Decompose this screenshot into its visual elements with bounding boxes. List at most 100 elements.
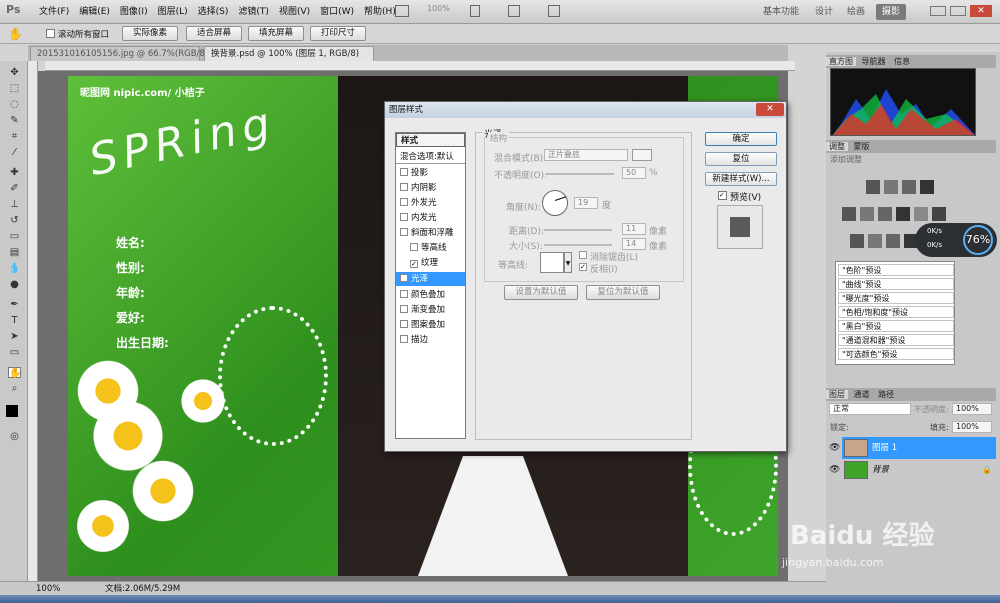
hand-tool-icon[interactable]: ✋ bbox=[8, 27, 23, 41]
layer-opacity-input[interactable]: 100% bbox=[952, 403, 992, 415]
checkbox-icon[interactable] bbox=[400, 168, 408, 176]
menu-image[interactable]: 图像(I) bbox=[115, 0, 153, 24]
antialias-checkbox[interactable] bbox=[579, 251, 587, 259]
tab-psd[interactable]: 换背景.psd @ 100% (图层 1, RGB/8) bbox=[204, 46, 374, 61]
menu-filter[interactable]: 滤镜(T) bbox=[233, 0, 274, 24]
invert-icon[interactable] bbox=[850, 234, 864, 248]
blur-tool-icon[interactable]: 💧 bbox=[8, 263, 21, 274]
launch-bridge-icon[interactable] bbox=[395, 5, 409, 17]
layer-row-1[interactable]: 图层 1 bbox=[842, 437, 996, 459]
hue-saturation-icon[interactable] bbox=[860, 207, 874, 221]
close-icon[interactable]: ✕ bbox=[970, 5, 992, 17]
fit-screen-button[interactable]: 适合屏幕 bbox=[186, 26, 242, 41]
tab-masks[interactable]: 蒙版 bbox=[851, 142, 873, 151]
tab-layers[interactable]: 图层 bbox=[826, 390, 848, 399]
style-item-satin[interactable]: 光泽 bbox=[396, 272, 465, 286]
fill-screen-button[interactable]: 填充屏幕 bbox=[248, 26, 304, 41]
preset-black-white[interactable]: "黑白"预设 bbox=[838, 320, 954, 332]
workspace-design[interactable]: 设计 bbox=[815, 4, 833, 20]
layer-blend-mode-select[interactable]: 正常 bbox=[829, 403, 911, 415]
fill-input[interactable]: 100% bbox=[952, 421, 992, 433]
quick-mask-icon[interactable]: ◎ bbox=[8, 431, 21, 442]
invert-checkbox[interactable]: ✓ bbox=[579, 263, 587, 271]
checkbox-icon[interactable] bbox=[400, 290, 408, 298]
tab-channels[interactable]: 通道 bbox=[851, 390, 873, 399]
style-item-gradient-overlay[interactable]: 渐变叠加 bbox=[396, 303, 465, 317]
checkbox-icon[interactable] bbox=[400, 183, 408, 191]
tab-adjustments[interactable]: 调整 bbox=[826, 142, 848, 151]
dodge-tool-icon[interactable]: ● bbox=[8, 279, 21, 290]
eye-icon[interactable]: 👁 bbox=[829, 465, 840, 475]
menu-layer[interactable]: 图层(L) bbox=[153, 0, 193, 24]
opacity-input[interactable]: 50 bbox=[622, 167, 646, 179]
workspace-photography[interactable]: 摄影 bbox=[876, 4, 907, 20]
blend-mode-select[interactable]: 正片叠底 bbox=[544, 149, 628, 161]
styles-header[interactable]: 样式 bbox=[396, 133, 465, 147]
actual-pixels-button[interactable]: 实际像素 bbox=[122, 26, 178, 41]
reset-button[interactable]: 复位 bbox=[705, 152, 777, 166]
style-item-stroke[interactable]: 描边 bbox=[396, 333, 465, 347]
photo-filter-icon[interactable] bbox=[914, 207, 928, 221]
style-item-bevel-emboss[interactable]: 斜面和浮雕 bbox=[396, 226, 465, 240]
black-white-icon[interactable] bbox=[896, 207, 910, 221]
history-brush-icon[interactable]: ↺ bbox=[8, 215, 21, 226]
checkbox-checked-icon[interactable]: ✓ bbox=[410, 260, 418, 268]
reset-default-button[interactable]: 复位为默认值 bbox=[586, 285, 660, 300]
restore-icon[interactable] bbox=[950, 6, 966, 16]
ok-button[interactable]: 确定 bbox=[705, 132, 777, 146]
layer-row-background[interactable]: 背景 🔒 bbox=[842, 459, 996, 481]
tab-histogram[interactable]: 直方图 bbox=[826, 57, 856, 66]
preset-curves[interactable]: "曲线"预设 bbox=[838, 278, 954, 290]
style-item-pattern-overlay[interactable]: 图案叠加 bbox=[396, 318, 465, 332]
vibrance-icon[interactable] bbox=[842, 207, 856, 221]
opacity-slider[interactable] bbox=[546, 173, 614, 175]
crop-tool-icon[interactable]: ⌗ bbox=[8, 131, 21, 142]
preset-levels[interactable]: "色阶"预设 bbox=[838, 264, 954, 276]
satin-color-swatch[interactable] bbox=[632, 149, 652, 161]
preset-channel-mixer[interactable]: "通道混和器"预设 bbox=[838, 334, 954, 346]
tab-jpg[interactable]: 20153101610515​6.jpg @ 66.7%(RGB/8) bbox=[30, 46, 208, 61]
brush-tool-icon[interactable]: ✐ bbox=[8, 183, 21, 194]
network-speed-widget[interactable]: 0K/s 0K/s 76% bbox=[915, 223, 997, 257]
size-slider[interactable] bbox=[544, 244, 612, 246]
set-default-button[interactable]: 设置为默认值 bbox=[504, 285, 578, 300]
type-tool-icon[interactable]: T bbox=[8, 315, 21, 326]
style-item-outer-glow[interactable]: 外发光 bbox=[396, 196, 465, 210]
threshold-icon[interactable] bbox=[886, 234, 900, 248]
hand-tool-icon[interactable]: ✋ bbox=[8, 367, 21, 379]
channel-mixer-icon[interactable] bbox=[932, 207, 946, 221]
workspace-painting[interactable]: 绘画 bbox=[847, 4, 865, 20]
print-size-button[interactable]: 打印尺寸 bbox=[310, 26, 366, 41]
menu-edit[interactable]: 编辑(E) bbox=[74, 0, 115, 24]
eraser-tool-icon[interactable]: ▭ bbox=[8, 231, 21, 242]
new-style-button[interactable]: 新建样式(W)... bbox=[705, 172, 777, 186]
gradient-tool-icon[interactable]: ▤ bbox=[8, 247, 21, 258]
blend-options-item[interactable]: 混合选项:默认 bbox=[396, 150, 465, 164]
style-item-drop-shadow[interactable]: 投影 bbox=[396, 166, 465, 180]
stamp-tool-icon[interactable]: ⊥ bbox=[8, 199, 21, 210]
path-select-icon[interactable]: ➤ bbox=[8, 331, 21, 342]
grid-icon[interactable] bbox=[470, 5, 480, 17]
checkbox-icon[interactable] bbox=[400, 305, 408, 313]
preview-checkbox[interactable]: ✓ bbox=[718, 191, 727, 200]
color-balance-icon[interactable] bbox=[878, 207, 892, 221]
curves-icon[interactable] bbox=[902, 180, 916, 194]
preset-exposure[interactable]: "曝光度"预设 bbox=[838, 292, 954, 304]
distance-input[interactable]: 11 bbox=[622, 223, 646, 235]
shape-tool-icon[interactable]: ▭ bbox=[8, 347, 21, 358]
levels-icon[interactable] bbox=[884, 180, 898, 194]
style-item-inner-glow[interactable]: 内发光 bbox=[396, 211, 465, 225]
checkbox-icon[interactable] bbox=[400, 274, 408, 282]
move-tool-icon[interactable]: ✥ bbox=[8, 67, 21, 78]
size-input[interactable]: 14 bbox=[622, 238, 646, 250]
zoom-tool-icon[interactable]: ⌕ bbox=[8, 383, 21, 394]
menu-window[interactable]: 窗口(W) bbox=[315, 0, 359, 24]
marquee-tool-icon[interactable]: ⬚ bbox=[8, 83, 21, 94]
foreground-color[interactable] bbox=[6, 405, 18, 417]
arrange-icon[interactable] bbox=[508, 5, 520, 17]
dialog-close-icon[interactable]: ✕ bbox=[756, 103, 784, 116]
style-item-texture[interactable]: ✓ 纹理 bbox=[396, 256, 465, 270]
menu-file[interactable]: 文件(F) bbox=[34, 0, 74, 24]
contour-preview[interactable] bbox=[540, 252, 564, 273]
tab-navigator[interactable]: 导航器 bbox=[859, 57, 889, 66]
